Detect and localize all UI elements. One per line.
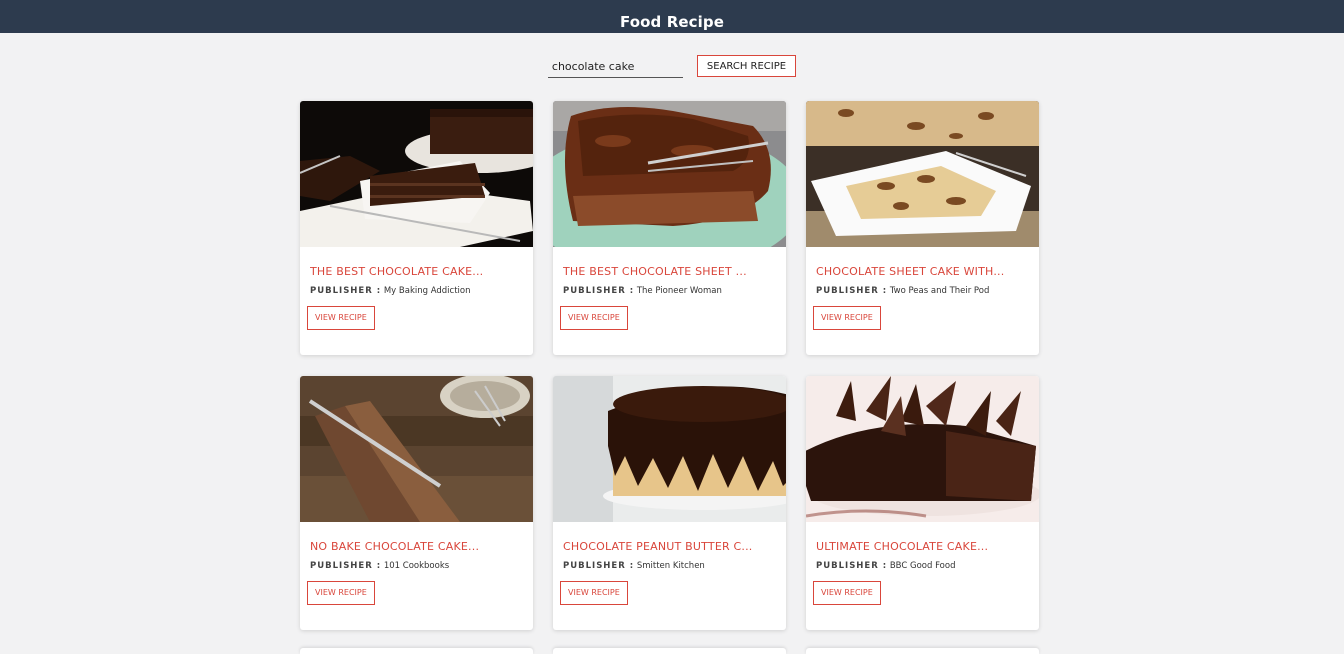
recipe-card-partial <box>553 648 786 654</box>
recipe-card: CHOCOLATE SHEET CAKE WITH... PUBLISHER :… <box>806 101 1039 355</box>
recipe-image <box>553 101 786 247</box>
view-recipe-button[interactable]: VIEW RECIPE <box>813 581 881 605</box>
recipe-image <box>553 376 786 522</box>
publisher-label: PUBLISHER : <box>310 561 382 571</box>
recipe-card: THE BEST CHOCOLATE SHEET ... PUBLISHER :… <box>553 101 786 355</box>
recipe-card: CHOCOLATE PEANUT BUTTER C... PUBLISHER :… <box>553 376 786 630</box>
view-recipe-button[interactable]: VIEW RECIPE <box>560 306 628 330</box>
view-recipe-button[interactable]: VIEW RECIPE <box>560 581 628 605</box>
view-recipe-button[interactable]: VIEW RECIPE <box>307 581 375 605</box>
publisher-name: My Baking Addiction <box>383 286 471 296</box>
search-input[interactable] <box>547 56 683 78</box>
recipe-publisher: PUBLISHER : Two Peas and Their Pod <box>816 286 1032 296</box>
publisher-label: PUBLISHER : <box>310 286 382 296</box>
recipe-publisher: PUBLISHER : Smitten Kitchen <box>563 561 779 571</box>
recipe-publisher: PUBLISHER : 101 Cookbooks <box>310 561 526 571</box>
top-bar: Food Recipe <box>0 0 1344 33</box>
recipe-image <box>300 376 533 522</box>
recipe-title: CHOCOLATE SHEET CAKE WITH... <box>816 265 1005 278</box>
publisher-name: The Pioneer Woman <box>636 286 722 296</box>
recipe-card: NO BAKE CHOCOLATE CAKE... PUBLISHER : 10… <box>300 376 533 630</box>
recipe-title: THE BEST CHOCOLATE CAKE... <box>310 265 484 278</box>
app-title: Food Recipe <box>620 13 724 31</box>
recipe-image <box>300 101 533 247</box>
publisher-label: PUBLISHER : <box>563 561 635 571</box>
recipe-image <box>806 101 1039 247</box>
recipe-title: NO BAKE CHOCOLATE CAKE... <box>310 540 480 553</box>
recipe-card: THE BEST CHOCOLATE CAKE... PUBLISHER : M… <box>300 101 533 355</box>
recipe-card: ULTIMATE CHOCOLATE CAKE... PUBLISHER : B… <box>806 376 1039 630</box>
recipe-image <box>806 376 1039 522</box>
publisher-label: PUBLISHER : <box>816 286 888 296</box>
recipe-title: ULTIMATE CHOCOLATE CAKE... <box>816 540 989 553</box>
recipe-publisher: PUBLISHER : BBC Good Food <box>816 561 1032 571</box>
recipe-publisher: PUBLISHER : My Baking Addiction <box>310 286 526 296</box>
publisher-label: PUBLISHER : <box>816 561 888 571</box>
publisher-name: Smitten Kitchen <box>636 561 705 571</box>
search-recipe-button[interactable]: SEARCH RECIPE <box>696 55 797 77</box>
recipe-publisher: PUBLISHER : The Pioneer Woman <box>563 286 779 296</box>
recipe-title: CHOCOLATE PEANUT BUTTER C... <box>563 540 753 553</box>
publisher-name: Two Peas and Their Pod <box>889 286 990 296</box>
view-recipe-button[interactable]: VIEW RECIPE <box>813 306 881 330</box>
publisher-label: PUBLISHER : <box>563 286 635 296</box>
recipe-card-partial <box>806 648 1039 654</box>
publisher-name: 101 Cookbooks <box>383 561 450 571</box>
search-bar: SEARCH RECIPE <box>0 55 1344 78</box>
recipe-grid: THE BEST CHOCOLATE CAKE... PUBLISHER : M… <box>300 101 1039 630</box>
next-row-cards <box>300 648 1039 654</box>
publisher-name: BBC Good Food <box>889 561 956 571</box>
recipe-title: THE BEST CHOCOLATE SHEET ... <box>563 265 747 278</box>
recipe-card-partial <box>300 648 533 654</box>
view-recipe-button[interactable]: VIEW RECIPE <box>307 306 375 330</box>
